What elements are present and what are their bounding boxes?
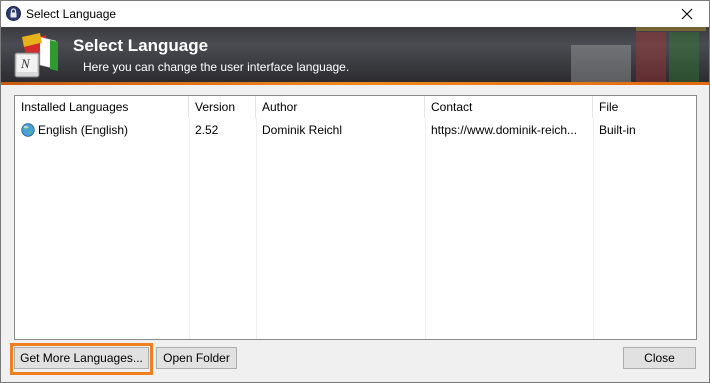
version-cell: 2.52 — [195, 123, 219, 137]
keepass-lock-icon — [6, 6, 21, 21]
language-flags-logo: N — [10, 31, 62, 83]
column-header-contact[interactable]: Contact — [425, 96, 593, 118]
banner-accent-stripe — [1, 82, 709, 85]
column-header-author[interactable]: Author — [256, 96, 425, 118]
select-language-dialog: Select Language N Select Language Here y… — [0, 0, 710, 383]
close-button[interactable]: Close — [623, 347, 696, 369]
globe-icon — [21, 123, 35, 137]
column-divider — [593, 118, 594, 339]
language-name: English (English) — [38, 123, 129, 137]
title-bar[interactable]: Select Language — [1, 1, 709, 27]
header-banner: N Select Language Here you can change th… — [1, 27, 709, 85]
open-folder-button[interactable]: Open Folder — [156, 347, 237, 369]
column-divider — [256, 118, 257, 339]
list-item[interactable]: English (English) 2.52 Dominik Reichl ht… — [15, 120, 696, 140]
window-title: Select Language — [26, 7, 117, 21]
banner-subtitle: Here you can change the user interface l… — [83, 60, 350, 74]
column-header-installed-languages[interactable]: Installed Languages — [15, 96, 189, 118]
contact-cell: https://www.dominik-reich... — [431, 123, 578, 137]
column-divider — [189, 118, 190, 339]
installed-languages-list[interactable]: Installed Languages Version Author Conta… — [14, 95, 697, 340]
get-more-languages-button[interactable]: Get More Languages... — [14, 347, 149, 369]
column-header-version[interactable]: Version — [189, 96, 256, 118]
svg-text:N: N — [20, 56, 31, 71]
list-header: Installed Languages Version Author Conta… — [15, 96, 696, 118]
file-cell: Built-in — [599, 123, 636, 137]
banner-title: Select Language — [73, 36, 209, 55]
banner-watermark-logo — [571, 27, 706, 85]
column-divider — [425, 118, 426, 339]
language-cell: English (English) — [15, 120, 189, 140]
close-icon[interactable] — [665, 1, 709, 27]
author-cell: Dominik Reichl — [262, 123, 343, 137]
column-header-file[interactable]: File — [593, 96, 696, 118]
